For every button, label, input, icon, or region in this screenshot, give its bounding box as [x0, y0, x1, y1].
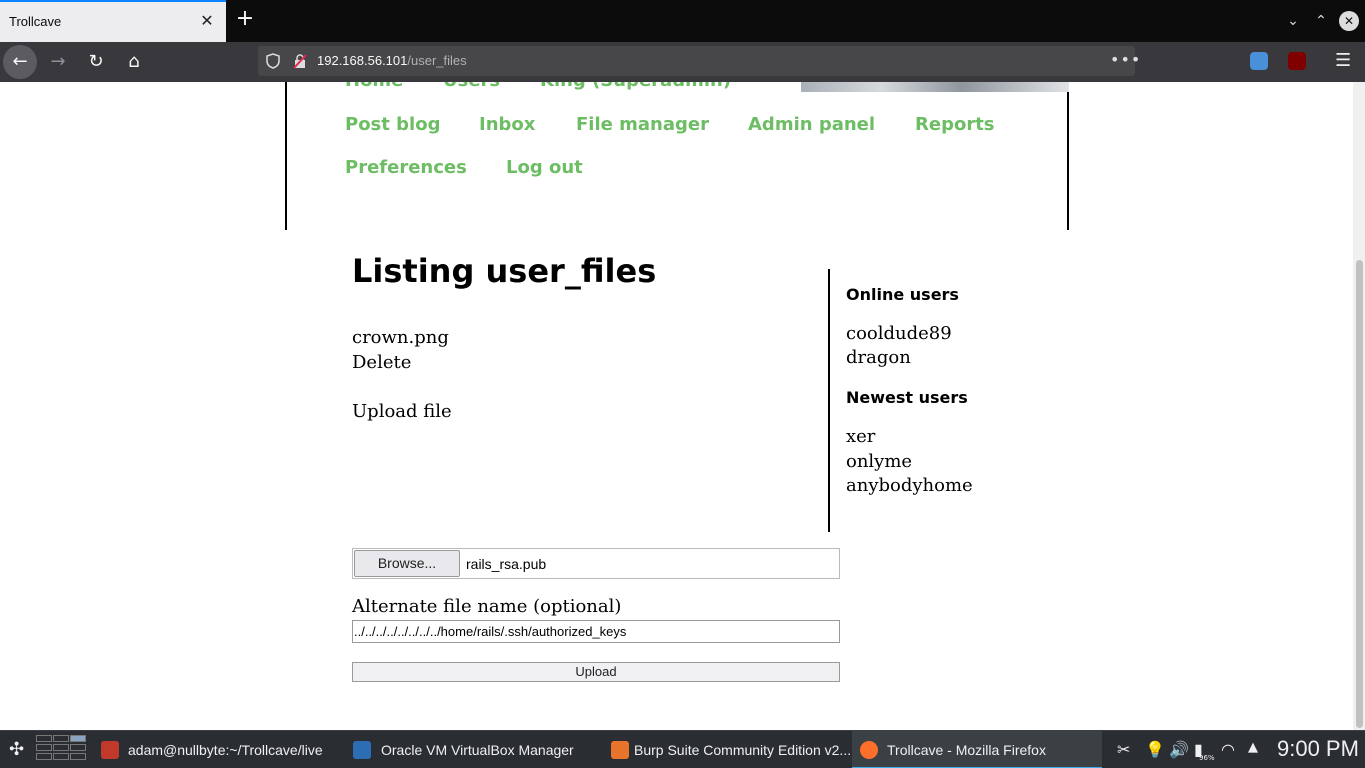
back-icon[interactable]: ←	[3, 45, 37, 79]
alt-name-input[interactable]: ../../../../../../../../home/rails/.ssh/…	[352, 620, 840, 643]
insecure-lock-icon[interactable]	[293, 53, 307, 69]
header-banner-image	[801, 82, 1069, 92]
url-host: 192.168.56.101	[317, 53, 408, 68]
window-close-icon[interactable]: ✕	[1339, 11, 1359, 31]
task-label: Burp Suite Community Edition v2...	[634, 742, 852, 758]
alt-name-label: Alternate file name (optional)	[352, 596, 622, 617]
reload-icon[interactable]: ↻	[80, 46, 112, 78]
virtualbox-icon	[353, 741, 371, 759]
ublock-icon[interactable]	[1288, 52, 1306, 70]
online-users-heading: Online users	[846, 285, 959, 304]
lightbulb-icon[interactable]: 💡	[1145, 740, 1165, 759]
task-firefox[interactable]: Trollcave - Mozilla Firefox	[852, 731, 1102, 768]
nav-users[interactable]: Users	[443, 82, 500, 91]
newest-user[interactable]: xer	[846, 426, 875, 447]
page-content: Home Users King (Superadmin) Post blog I…	[0, 82, 1353, 730]
url-path: /user_files	[407, 53, 467, 68]
online-user[interactable]: dragon	[846, 347, 911, 368]
task-burp-suite[interactable]: Burp Suite Community Edition v2...	[600, 731, 852, 768]
tab-strip: Trollcave ✕ + ⌄ ⌃ ✕	[0, 0, 1365, 42]
sidebar: Online users cooldude89 dragon Newest us…	[828, 269, 1048, 532]
hamburger-menu-icon[interactable]: ☰	[1335, 50, 1351, 71]
page-scrollbar[interactable]	[1353, 82, 1365, 730]
home-icon[interactable]: ⌂	[118, 46, 150, 78]
task-label: Oracle VM VirtualBox Manager	[381, 742, 574, 758]
terminal-icon	[101, 741, 119, 759]
page-actions-icon[interactable]: •••	[1110, 50, 1141, 69]
newest-users-heading: Newest users	[846, 388, 968, 407]
shield-icon[interactable]	[266, 53, 280, 69]
task-terminal[interactable]: adam@nullbyte:~/Trollcave/live	[96, 731, 342, 768]
url-text: 192.168.56.101/user_files	[317, 53, 467, 68]
volume-icon[interactable]: 🔊	[1169, 740, 1189, 759]
file-picker[interactable]: Browse... rails_rsa.pub	[352, 548, 840, 579]
new-tab-icon[interactable]: +	[233, 8, 257, 32]
chevron-down-icon[interactable]: ⌄	[1283, 11, 1303, 31]
newest-user[interactable]: anybodyhome	[846, 475, 973, 496]
wifi-icon[interactable]: ◠	[1221, 740, 1235, 759]
tray-expand-icon[interactable]: ▲	[1248, 740, 1258, 755]
tab-trollcave[interactable]: Trollcave ✕	[0, 0, 226, 42]
burp-icon	[611, 741, 629, 759]
selected-file-name: rails_rsa.pub	[466, 556, 547, 572]
browse-button[interactable]: Browse...	[354, 550, 460, 577]
battery-percent: 96%	[1199, 754, 1215, 762]
system-taskbar: ✣ adam@nullbyte:~/Trollcave/live Oracle …	[0, 730, 1365, 768]
desktop-pager[interactable]	[36, 735, 88, 765]
extension-icon[interactable]	[1250, 52, 1268, 70]
app-launcher-icon[interactable]: ✣	[9, 739, 24, 760]
upload-file-link[interactable]: Upload file	[352, 401, 452, 422]
nav-reports[interactable]: Reports	[915, 114, 995, 135]
nav-home[interactable]: Home	[345, 82, 403, 91]
task-virtualbox[interactable]: Oracle VM VirtualBox Manager	[346, 731, 596, 768]
task-label: adam@nullbyte:~/Trollcave/live	[128, 742, 323, 758]
tab-title: Trollcave	[9, 14, 62, 29]
clock[interactable]: 9:00 PM	[1277, 736, 1359, 762]
nav-king[interactable]: King (Superadmin)	[540, 82, 731, 91]
close-tab-icon[interactable]: ✕	[198, 12, 216, 30]
online-user[interactable]: cooldude89	[846, 323, 952, 344]
site-header	[285, 82, 1069, 230]
firefox-icon	[860, 741, 878, 759]
nav-post-blog[interactable]: Post blog	[345, 114, 440, 135]
file-name-link[interactable]: crown.png	[352, 327, 449, 348]
nav-inbox[interactable]: Inbox	[479, 114, 535, 135]
nav-admin-panel[interactable]: Admin panel	[748, 114, 875, 135]
task-label: Trollcave - Mozilla Firefox	[887, 742, 1046, 758]
nav-file-manager[interactable]: File manager	[576, 114, 709, 135]
delete-link[interactable]: Delete	[352, 352, 411, 373]
forward-icon[interactable]: →	[42, 46, 74, 78]
scissors-icon[interactable]: ✂	[1117, 740, 1130, 759]
scrollbar-thumb[interactable]	[1356, 260, 1363, 728]
nav-log-out[interactable]: Log out	[506, 157, 583, 178]
newest-user[interactable]: onlyme	[846, 451, 912, 472]
url-bar[interactable]: 192.168.56.101/user_files •••	[258, 46, 1140, 76]
nav-preferences[interactable]: Preferences	[345, 157, 467, 178]
page-title: Listing user_files	[352, 252, 657, 290]
maximize-icon[interactable]: ⌃	[1311, 11, 1331, 31]
upload-button[interactable]: Upload	[352, 662, 840, 682]
